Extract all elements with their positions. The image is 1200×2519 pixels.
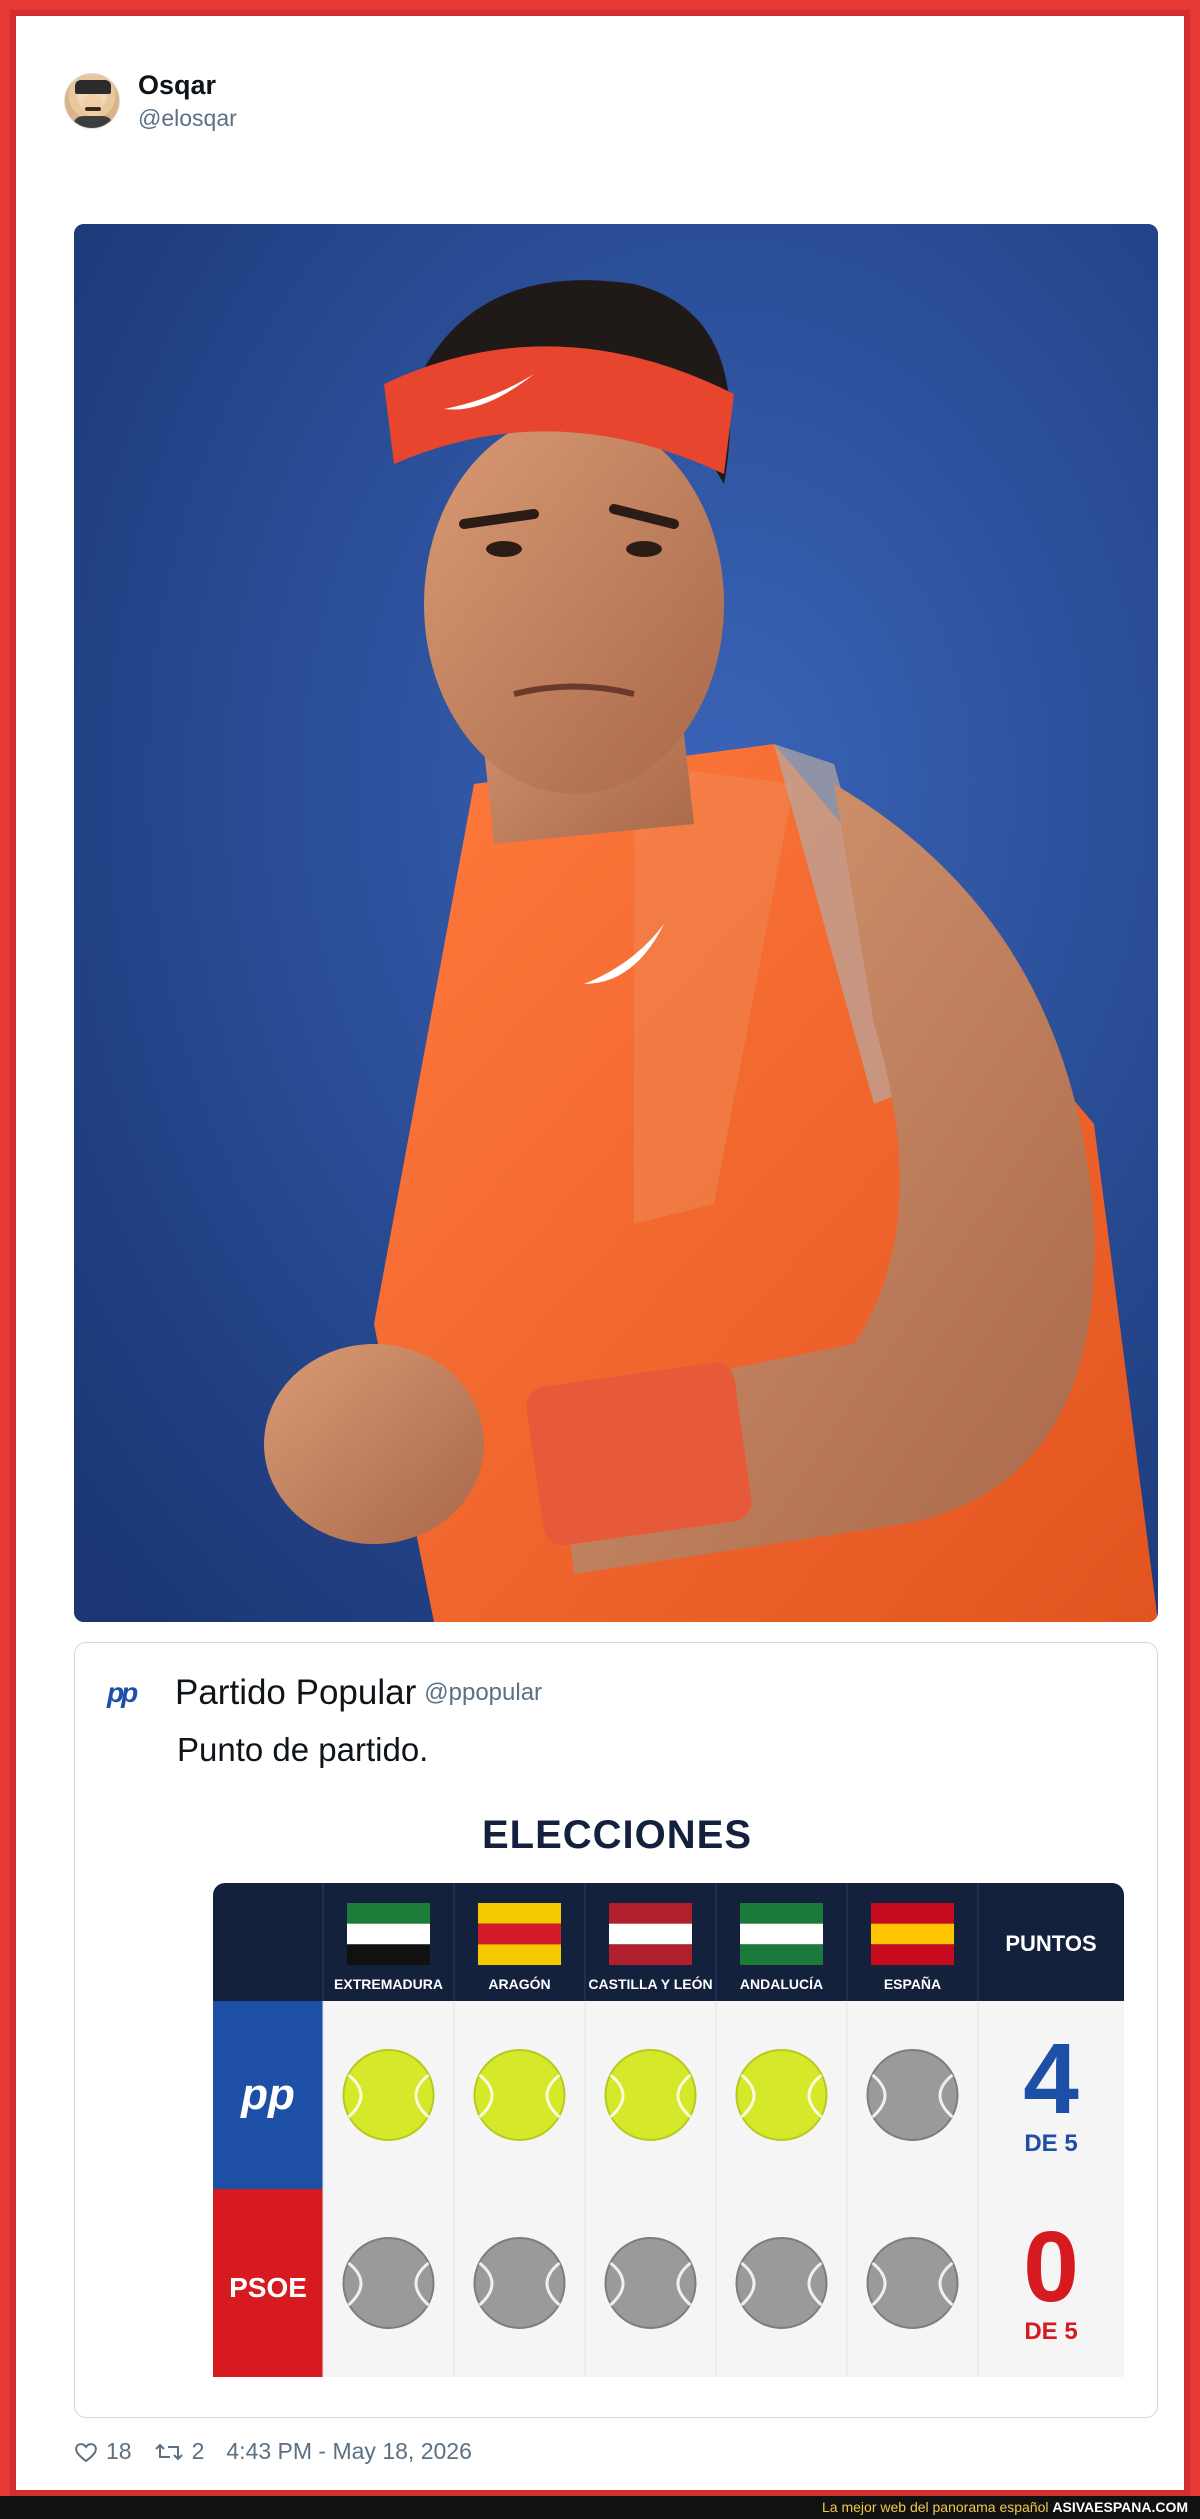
site-footer: La mejor web del panorama español ASIVAE… — [0, 2496, 1200, 2519]
column-label: EXTREMADURA — [334, 1976, 443, 1992]
score-value: 4 — [1023, 2023, 1079, 2135]
tennis-ball-won — [342, 2049, 435, 2141]
flag-stripe — [740, 1944, 823, 1965]
footer-site[interactable]: ASIVAESPANA.COM — [1052, 2499, 1188, 2515]
tennis-ball-empty — [735, 2237, 828, 2329]
tweet-card: Osqar @elosqar pp Partido Popular @ppopu… — [10, 10, 1190, 2496]
quoted-handle[interactable]: @ppopular — [424, 1679, 542, 1707]
graphic-title: ELECCIONES — [481, 1813, 753, 1857]
flag-stripe — [609, 1923, 692, 1945]
tennis-ball-empty — [342, 2237, 435, 2329]
quoted-display-name[interactable]: Partido Popular — [175, 1673, 416, 1713]
like-count: 18 — [106, 2438, 132, 2464]
score-of: DE 5 — [1024, 2130, 1077, 2157]
flag-stripe — [347, 1944, 430, 1965]
party-label: PSOE — [229, 2272, 307, 2303]
tennis-ball-empty — [604, 2237, 697, 2329]
flag-stripe — [609, 1944, 692, 1965]
row-bg — [323, 2001, 1124, 2189]
like-button[interactable]: 18 — [74, 2438, 132, 2465]
avatar[interactable] — [64, 73, 120, 129]
flag-stripe — [609, 1903, 692, 1924]
user-handle[interactable]: @elosqar — [138, 105, 237, 132]
tweet-stats: 18 2 4:43 PM - May 18, 2026 — [74, 2438, 472, 2465]
heart-icon — [75, 2442, 97, 2462]
flag-stripe — [740, 1903, 823, 1924]
tweet-photo[interactable] — [74, 224, 1158, 1622]
flag-stripe — [347, 1903, 430, 1924]
row-bg — [323, 2189, 1124, 2377]
tennis-ball-empty — [866, 2049, 959, 2141]
column-label: ESPAÑA — [884, 1975, 941, 1992]
tennis-ball-empty — [473, 2237, 566, 2329]
flag-stripe — [740, 1923, 823, 1945]
tweet-header: Osqar @elosqar — [64, 61, 237, 141]
points-header: PUNTOS — [1005, 1931, 1096, 1956]
party-label: pp — [240, 2070, 295, 2119]
flag-stripe — [478, 1944, 561, 1965]
column-label: ANDALUCÍA — [740, 1976, 823, 1992]
flag-stripe — [871, 1944, 954, 1965]
flag-stripe — [478, 1903, 561, 1924]
tennis-ball-won — [735, 2049, 828, 2141]
tennis-ball-empty — [866, 2237, 959, 2329]
display-name[interactable]: Osqar — [138, 70, 237, 101]
tennis-ball-won — [473, 2049, 566, 2141]
quoted-tweet[interactable]: pp Partido Popular @ppopular Punto de pa… — [74, 1642, 1158, 2418]
score-of: DE 5 — [1024, 2318, 1077, 2345]
pp-logo-icon: pp — [107, 1677, 138, 1708]
footer-text: La mejor web del panorama español — [822, 2499, 1049, 2515]
flag-stripe — [871, 1903, 954, 1924]
score-table: EXTREMADURA ARAGÓN CASTILLA Y LEÓN ANDALUCÍ… — [213, 1883, 1124, 2377]
tennis-ball-won — [604, 2049, 697, 2141]
retweet-button[interactable]: 2 — [154, 2438, 205, 2465]
retweet-count: 2 — [191, 2438, 205, 2464]
flag-stripe — [871, 1923, 954, 1945]
elections-graphic: ELECCIONES EXTREMADURA ARAGÓN CASTILLA Y L… — [157, 1813, 1124, 2403]
score-value: 0 — [1023, 2211, 1079, 2323]
flag-stripe — [478, 1923, 561, 1945]
retweet-icon — [154, 2443, 183, 2460]
timestamp[interactable]: 4:43 PM - May 18, 2026 — [226, 2438, 471, 2465]
column-label: ARAGÓN — [488, 1975, 550, 1992]
column-label: CASTILLA Y LEÓN — [588, 1975, 712, 1992]
flag-stripe — [347, 1923, 430, 1945]
quoted-text: Punto de partido. — [177, 1731, 429, 1768]
